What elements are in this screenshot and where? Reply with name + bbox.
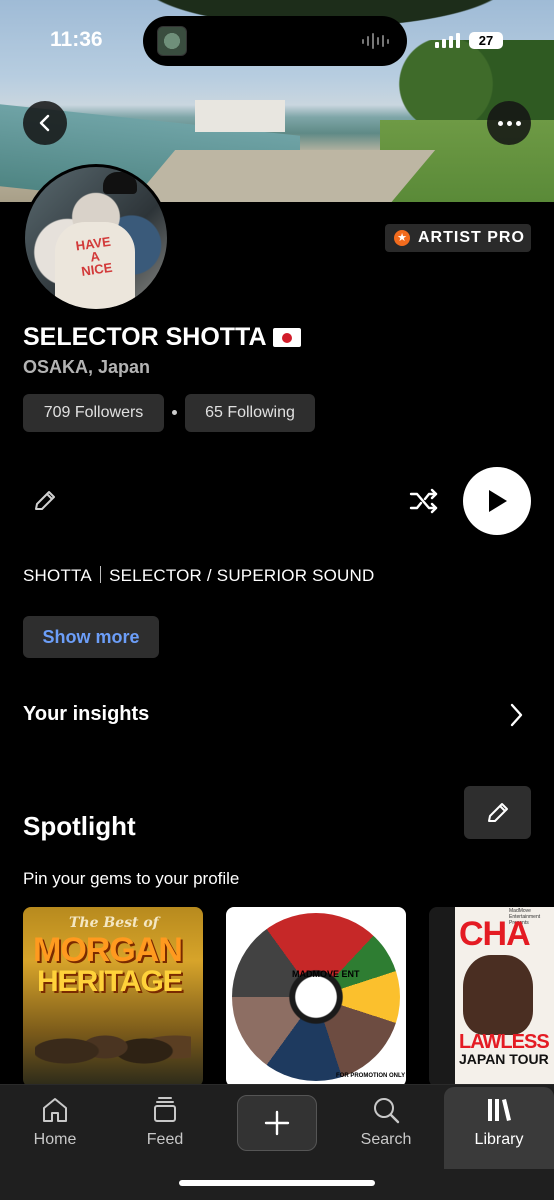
separator-dot [172,410,177,415]
tab-label: Feed [146,1131,184,1148]
card-text: The Best of [69,915,159,931]
card-text: JAPAN TOUR [459,1051,549,1067]
battery-icon: 27 [469,32,503,49]
following-button[interactable]: 65 Following [185,394,315,432]
show-more-button[interactable]: Show more [23,616,159,658]
card-text: CHA [459,915,531,953]
tab-home[interactable]: Home [0,1095,110,1165]
profile-location: OSAKA, Japan [23,357,151,377]
shuffle-icon[interactable] [408,486,440,516]
tab-label: Search [360,1131,412,1148]
card-text: HERITAGE [37,965,183,998]
spotlight-card[interactable]: MadMove Entertainment Presents CHA LAWLE… [429,907,554,1087]
upload-button[interactable] [237,1095,317,1151]
play-button[interactable] [463,467,531,535]
profile-name: SELECTOR SHOTTA [23,323,301,352]
spotlight-card[interactable]: The Best of MORGAN HERITAGE [23,907,203,1087]
chevron-left-icon [39,114,50,132]
play-icon [489,490,507,512]
back-button[interactable] [23,101,67,145]
more-dots-icon [497,120,521,126]
spotlight-cards: The Best of MORGAN HERITAGE MADMOVE ENT … [23,907,554,1087]
library-icon [488,1099,511,1121]
tab-label: Home [33,1131,77,1148]
card-text: FOR PROMOTION ONLY [336,1073,406,1079]
home-icon [43,1098,67,1122]
status-bar: 11:36 27 [0,0,554,80]
edit-pencil-icon [487,802,508,822]
signal-icon [435,32,460,48]
profile-name-text: SELECTOR SHOTTA [23,323,267,351]
avatar[interactable]: HAVE A NICE [22,164,170,312]
spotlight-card[interactable]: MADMOVE ENT FOR PROMOTION ONLY [226,907,406,1087]
chevron-right-icon [510,703,523,727]
edit-spotlight-button[interactable] [464,786,531,839]
more-options-button[interactable] [487,101,531,145]
edit-pencil-icon[interactable] [31,487,59,515]
tab-label: Library [474,1131,524,1148]
spotlight-subtitle: Pin your gems to your profile [23,869,240,888]
dynamic-island[interactable] [143,16,407,66]
insights-label: Your insights [23,703,150,725]
tab-feed[interactable]: Feed [110,1095,220,1165]
profile-bio: SHOTTA｜SELECTOR / SUPERIOR SOUND [23,566,375,585]
home-indicator[interactable] [179,1180,375,1186]
star-icon: ★ [394,230,410,246]
search-icon [374,1098,400,1124]
audio-wave-icon [362,33,389,49]
spotlight-title: Spotlight [23,811,136,841]
your-insights-row[interactable]: Your insights [0,690,554,740]
artist-pro-badge[interactable]: ★ ARTIST PRO [385,224,531,252]
status-time: 11:36 [50,28,103,51]
followers-button[interactable]: 709 Followers [23,394,164,432]
tab-search[interactable]: Search [331,1095,441,1165]
now-playing-artwork [157,26,187,56]
plus-icon [264,1110,290,1136]
card-text: MADMOVE ENT [292,969,360,979]
tab-library[interactable]: Library [444,1087,554,1169]
japan-flag-icon [272,328,301,347]
feed-icon [154,1097,176,1122]
artist-pro-label: ARTIST PRO [418,229,525,246]
